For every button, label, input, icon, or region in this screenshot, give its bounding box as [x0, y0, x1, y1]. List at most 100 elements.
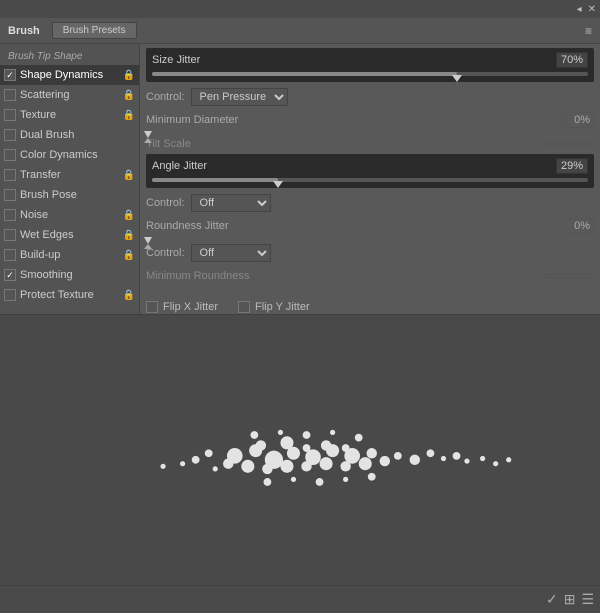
- angle-control-select[interactable]: Off: [191, 194, 271, 212]
- checkbox-dual-brush[interactable]: [4, 129, 16, 141]
- sidebar-item-shape-dynamics[interactable]: ✓ Shape Dynamics 🔒: [0, 65, 139, 85]
- flip-checkboxes-group: Flip X Jitter Flip Y Jitter: [146, 298, 594, 314]
- size-jitter-track[interactable]: [152, 72, 588, 76]
- sidebar-item-buildup[interactable]: Build-up 🔒: [0, 245, 139, 265]
- checkbox-wet-edges[interactable]: [4, 229, 16, 241]
- sidebar-label-buildup: Build-up: [20, 249, 121, 261]
- min-diameter-row: Minimum Diameter 0%: [146, 112, 594, 128]
- size-jitter-container: Size Jitter 70%: [146, 48, 594, 82]
- roundness-jitter-label: Roundness Jitter: [146, 220, 562, 232]
- brush-grid-icon[interactable]: ⊞: [564, 591, 576, 608]
- sidebar-label-scattering: Scattering: [20, 89, 121, 101]
- sidebar-item-texture[interactable]: Texture 🔒: [0, 105, 139, 125]
- sidebar-item-dual-brush[interactable]: Dual Brush 🔒: [0, 125, 139, 145]
- brush-check-icon[interactable]: ✓: [546, 591, 558, 608]
- min-roundness-value: [544, 274, 594, 278]
- sidebar-item-smoothing[interactable]: ✓ Smoothing 🔒: [0, 265, 139, 285]
- close-icon[interactable]: ✕: [588, 4, 596, 15]
- angle-control-label: Control:: [146, 197, 185, 209]
- sidebar-label-shape-dynamics: Shape Dynamics: [20, 69, 121, 81]
- lock-icon-brush-pose: 🔒: [123, 190, 135, 201]
- checkbox-noise[interactable]: [4, 209, 16, 221]
- angle-control-row: Control: Off: [146, 192, 594, 214]
- sidebar-section-label: Brush Tip Shape: [0, 48, 139, 65]
- angle-jitter-label: Angle Jitter: [152, 160, 556, 172]
- bottom-toolbar: ✓ ⊞ ☰: [0, 585, 600, 613]
- lock-icon-smoothing: 🔒: [123, 270, 135, 281]
- sidebar-item-noise[interactable]: Noise 🔒: [0, 205, 139, 225]
- brush-panel: ◂ ✕ Brush Brush Presets ≡ Brush Tip Shap…: [0, 0, 600, 613]
- right-panel: Size Jitter 70% Control: Pen Pressure Mi…: [140, 44, 600, 314]
- sidebar-label-smoothing: Smoothing: [20, 269, 121, 281]
- tilt-scale-label: Tilt Scale: [146, 138, 544, 150]
- angle-jitter-value: 29%: [556, 158, 588, 174]
- flip-x-checkbox[interactable]: [146, 301, 158, 313]
- min-roundness-row: Minimum Roundness: [146, 270, 594, 282]
- checkbox-transfer[interactable]: [4, 169, 16, 181]
- checkbox-color-dynamics[interactable]: [4, 149, 16, 161]
- sidebar-label-transfer: Transfer: [20, 169, 121, 181]
- sidebar-label-dual-brush: Dual Brush: [20, 129, 121, 141]
- tilt-scale-row: Tilt Scale: [146, 138, 594, 150]
- sidebar-label-wet-edges: Wet Edges: [20, 229, 121, 241]
- min-roundness-label: Minimum Roundness: [146, 270, 544, 282]
- checkbox-brush-pose[interactable]: [4, 189, 16, 201]
- checkbox-scattering[interactable]: [4, 89, 16, 101]
- angle-jitter-header: Angle Jitter 29%: [152, 158, 588, 174]
- size-control-row: Control: Pen Pressure: [146, 86, 594, 108]
- topbar-icons: ◂ ✕: [577, 4, 596, 15]
- sidebar: Brush Tip Shape ✓ Shape Dynamics 🔒 Scatt…: [0, 44, 140, 314]
- lock-icon-shape-dynamics: 🔒: [123, 70, 135, 81]
- angle-jitter-thumb: [273, 181, 283, 188]
- panel-menu-lines-icon: ≡: [585, 24, 592, 38]
- angle-jitter-container: Angle Jitter 29%: [146, 154, 594, 188]
- size-jitter-header: Size Jitter 70%: [152, 52, 588, 68]
- brush-preview-area: [0, 314, 600, 585]
- flip-y-checkbox[interactable]: [238, 301, 250, 313]
- size-jitter-label: Size Jitter: [152, 54, 556, 66]
- lock-icon-noise: 🔒: [123, 210, 135, 221]
- size-control-select[interactable]: Pen Pressure: [191, 88, 288, 106]
- flip-y-row: Flip Y Jitter: [238, 301, 310, 313]
- lock-icon-wet-edges: 🔒: [123, 230, 135, 241]
- size-control-label: Control:: [146, 91, 185, 103]
- brush-presets-button[interactable]: Brush Presets: [52, 22, 137, 39]
- size-jitter-value: 70%: [556, 52, 588, 68]
- roundness-jitter-row: Roundness Jitter 0%: [146, 218, 594, 234]
- size-jitter-thumb: [452, 75, 462, 82]
- checkbox-smoothing[interactable]: ✓: [4, 269, 16, 281]
- sidebar-item-scattering[interactable]: Scattering 🔒: [0, 85, 139, 105]
- sidebar-label-brush-pose: Brush Pose: [20, 189, 121, 201]
- min-diameter-label: Minimum Diameter: [146, 114, 562, 126]
- panel-menu-icon[interactable]: ≡: [585, 24, 592, 38]
- sidebar-label-texture: Texture: [20, 109, 121, 121]
- checkbox-protect-texture[interactable]: [4, 289, 16, 301]
- checkbox-texture[interactable]: [4, 109, 16, 121]
- panel-topbar: ◂ ✕: [0, 0, 600, 18]
- checkbox-shape-dynamics[interactable]: ✓: [4, 69, 16, 81]
- brush-preview-svg: [0, 315, 600, 585]
- size-jitter-fill: [152, 72, 457, 76]
- angle-jitter-track[interactable]: [152, 178, 588, 182]
- tilt-scale-value: [544, 142, 594, 146]
- brush-menu-icon[interactable]: ☰: [581, 591, 594, 608]
- panel-header: Brush Brush Presets ≡: [0, 18, 600, 44]
- sidebar-item-brush-pose[interactable]: Brush Pose 🔒: [0, 185, 139, 205]
- lock-icon-dual-brush: 🔒: [123, 130, 135, 141]
- lock-icon-transfer: 🔒: [123, 170, 135, 181]
- sidebar-item-transfer[interactable]: Transfer 🔒: [0, 165, 139, 185]
- lock-icon-scattering: 🔒: [123, 90, 135, 101]
- sidebar-item-color-dynamics[interactable]: Color Dynamics 🔒: [0, 145, 139, 165]
- sidebar-item-wet-edges[interactable]: Wet Edges 🔒: [0, 225, 139, 245]
- minimize-icon[interactable]: ◂: [577, 4, 582, 15]
- sidebar-label-color-dynamics: Color Dynamics: [20, 149, 121, 161]
- min-diameter-thumb: [144, 131, 152, 143]
- lock-icon-texture: 🔒: [123, 110, 135, 121]
- flip-x-row: Flip X Jitter: [146, 301, 218, 313]
- sidebar-item-protect-texture[interactable]: Protect Texture 🔒: [0, 285, 139, 305]
- roundness-control-select[interactable]: Off: [191, 244, 271, 262]
- checkbox-buildup[interactable]: [4, 249, 16, 261]
- angle-jitter-fill: [152, 178, 278, 182]
- lock-icon-color-dynamics: 🔒: [123, 150, 135, 161]
- roundness-jitter-thumb: [144, 237, 152, 249]
